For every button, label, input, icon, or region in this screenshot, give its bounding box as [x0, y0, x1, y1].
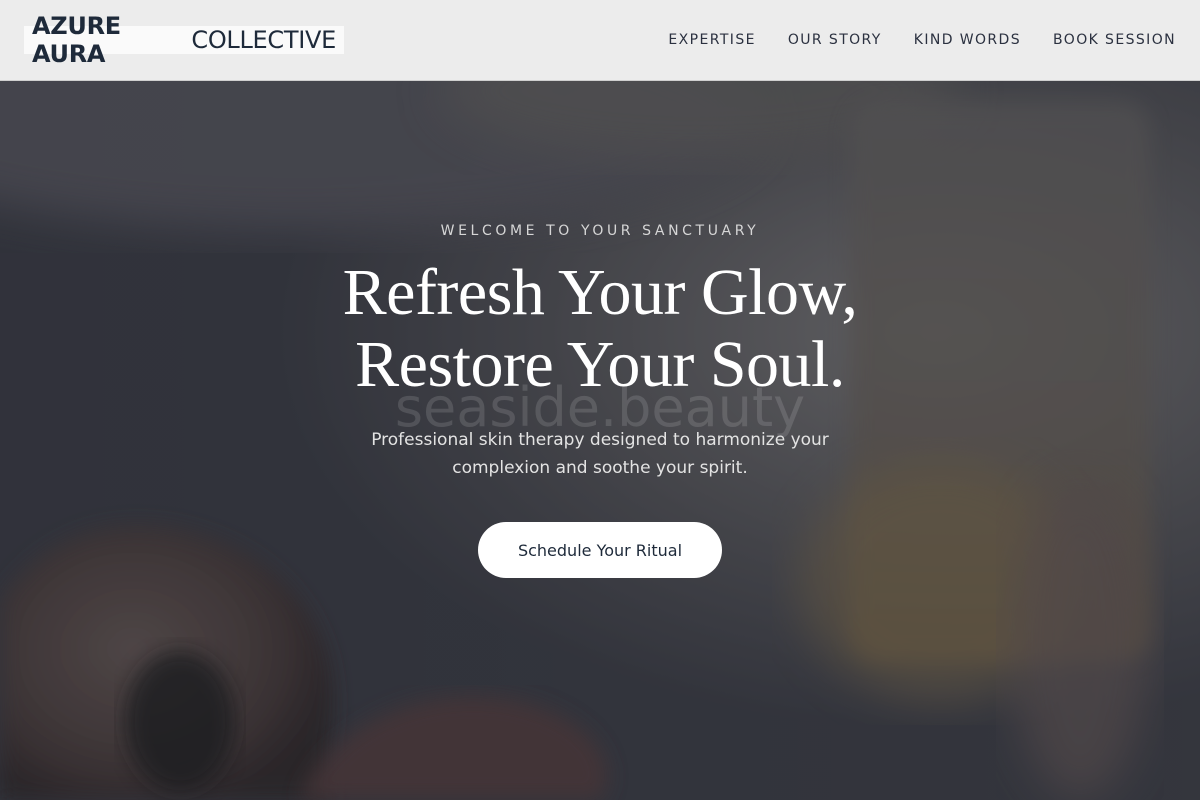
site-header: AZURE AURA COLLECTIVE EXPERTISE OUR STOR…	[0, 0, 1200, 81]
hero-subtext: Professional skin therapy designed to ha…	[371, 430, 829, 478]
schedule-ritual-button[interactable]: Schedule Your Ritual	[478, 522, 722, 578]
brand-name-light: COLLECTIVE	[191, 26, 336, 54]
brand-logo[interactable]: AZURE AURA COLLECTIVE	[24, 12, 344, 68]
nav-link-kind-words[interactable]: KIND WORDS	[914, 32, 1021, 48]
nav-link-expertise[interactable]: EXPERTISE	[668, 32, 755, 48]
brand-name-bold: AZURE AURA	[32, 12, 121, 68]
hero-headline-line-1: Refresh Your Glow,	[342, 256, 858, 329]
hero-section: WELCOME TO YOUR SANCTUARY Refresh Your G…	[0, 81, 1200, 800]
hero-eyebrow: WELCOME TO YOUR SANCTUARY	[440, 223, 760, 239]
nav-link-book-session[interactable]: BOOK SESSION	[1053, 32, 1176, 48]
main-nav: EXPERTISE OUR STORY KIND WORDS BOOK SESS…	[668, 32, 1176, 48]
nav-link-our-story[interactable]: OUR STORY	[788, 32, 882, 48]
